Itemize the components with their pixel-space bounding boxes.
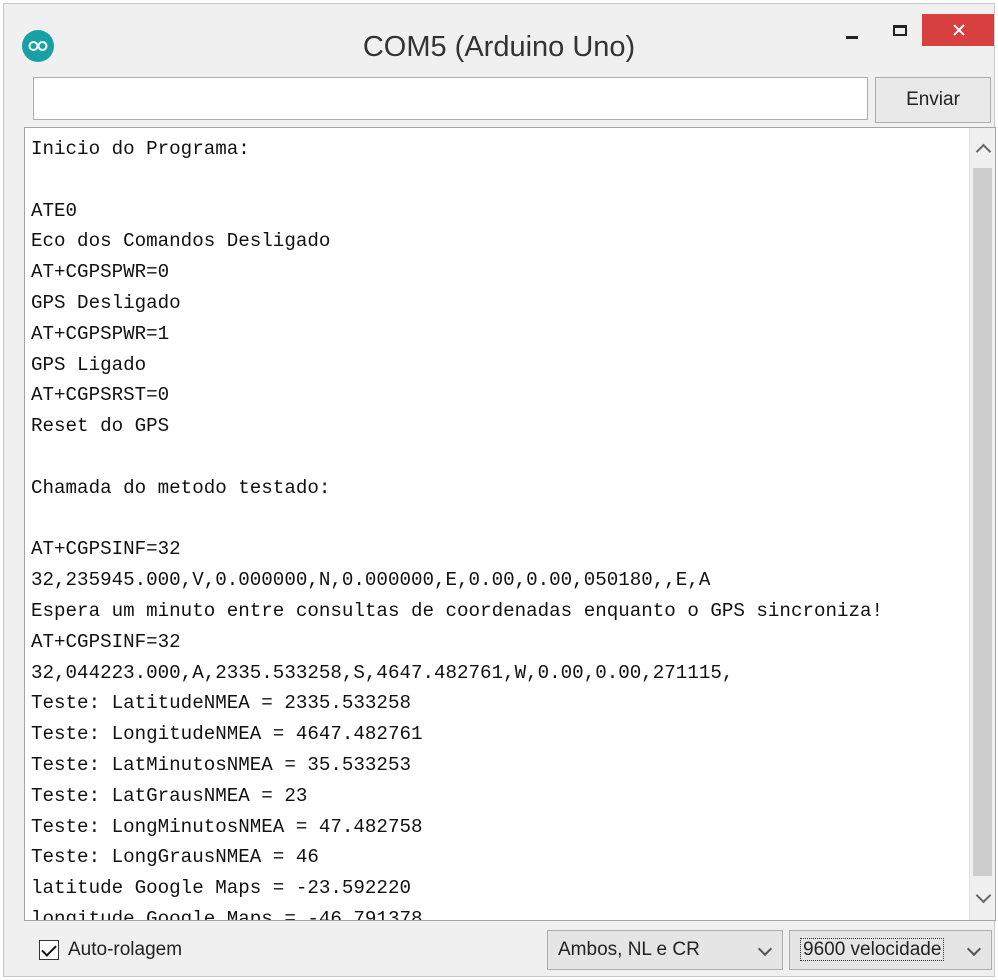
serial-line: Teste: LongGrausNMEA = 46 xyxy=(31,846,319,869)
maximize-icon[interactable] xyxy=(880,16,920,46)
serial-line xyxy=(31,442,968,473)
serial-line: Teste: LatGrausNMEA = 23 xyxy=(31,784,308,807)
line-ending-value: Ambos, NL e CR xyxy=(558,939,700,960)
serial-line: AT+CGPSINF=32 xyxy=(31,538,181,561)
serial-line: Eco dos Comandos Desligado xyxy=(31,230,331,253)
serial-line: ATE0 xyxy=(31,199,78,222)
baud-rate-select[interactable]: 9600 velocidade xyxy=(789,930,992,970)
chevron-down-icon xyxy=(966,941,982,957)
vertical-scrollbar[interactable] xyxy=(969,128,995,920)
serial-line: GPS Ligado xyxy=(31,353,147,376)
checkmark-icon xyxy=(41,941,57,957)
autoscroll-checkbox[interactable] xyxy=(39,940,59,960)
scroll-thumb[interactable] xyxy=(973,168,992,876)
serial-line: Inicio do Programa: xyxy=(31,138,250,160)
chevron-down-icon xyxy=(757,941,773,957)
serial-line: 32,044223.000,A,2335.533258,S,4647.48276… xyxy=(31,661,734,684)
serial-line xyxy=(31,165,968,196)
serial-line: AT+CGPSPWR=0 xyxy=(31,261,170,284)
send-button[interactable]: Enviar xyxy=(875,77,991,123)
baud-rate-value: 9600 velocidade xyxy=(800,938,945,961)
serial-line xyxy=(31,504,968,535)
serial-line: longitude Google Maps = -46.791378 xyxy=(31,907,423,921)
serial-output-text: Inicio do Programa: ATE0 Eco dos Comandos … xyxy=(31,134,968,921)
serial-line: 32,235945.000,V,0.000000,N,0.000000,E,0.… xyxy=(31,569,711,592)
monitor-footer: Auto-rolagem Ambos, NL e CR 9600 velocid… xyxy=(4,924,994,976)
line-ending-select[interactable]: Ambos, NL e CR xyxy=(547,930,783,970)
minimize-icon[interactable] xyxy=(824,16,880,46)
serial-line: AT+CGPSPWR=1 xyxy=(31,322,170,345)
serial-line: latitude Google Maps = -23.592220 xyxy=(31,877,411,900)
serial-line: GPS Desligado xyxy=(31,291,181,314)
serial-line: Teste: LatitudeNMEA = 2335.533258 xyxy=(31,692,411,715)
serial-line: AT+CGPSRST=0 xyxy=(31,384,170,407)
serial-monitor-window: COM5 (Arduino Uno) Enviar Inicio do Prog… xyxy=(3,3,996,977)
serial-line: Teste: LongMinutosNMEA = 47.482758 xyxy=(31,815,423,838)
scroll-up-arrow-icon[interactable] xyxy=(970,128,995,166)
serial-line: Chamada do metodo testado: xyxy=(31,476,331,499)
serial-send-input[interactable] xyxy=(33,77,868,120)
scroll-down-arrow-icon[interactable] xyxy=(970,882,995,920)
close-icon[interactable] xyxy=(922,14,994,46)
serial-line: Teste: LatMinutosNMEA = 35.533253 xyxy=(31,753,411,776)
serial-line: AT+CGPSINF=32 xyxy=(31,630,181,653)
serial-line: Espera um minuto entre consultas de coor… xyxy=(31,599,884,622)
serial-line: Teste: LongitudeNMEA = 4647.482761 xyxy=(31,723,423,746)
serial-line: Reset do GPS xyxy=(31,415,170,438)
serial-output-area[interactable]: Inicio do Programa: ATE0 Eco dos Comandos … xyxy=(24,127,996,921)
autoscroll-label[interactable]: Auto-rolagem xyxy=(68,939,182,961)
